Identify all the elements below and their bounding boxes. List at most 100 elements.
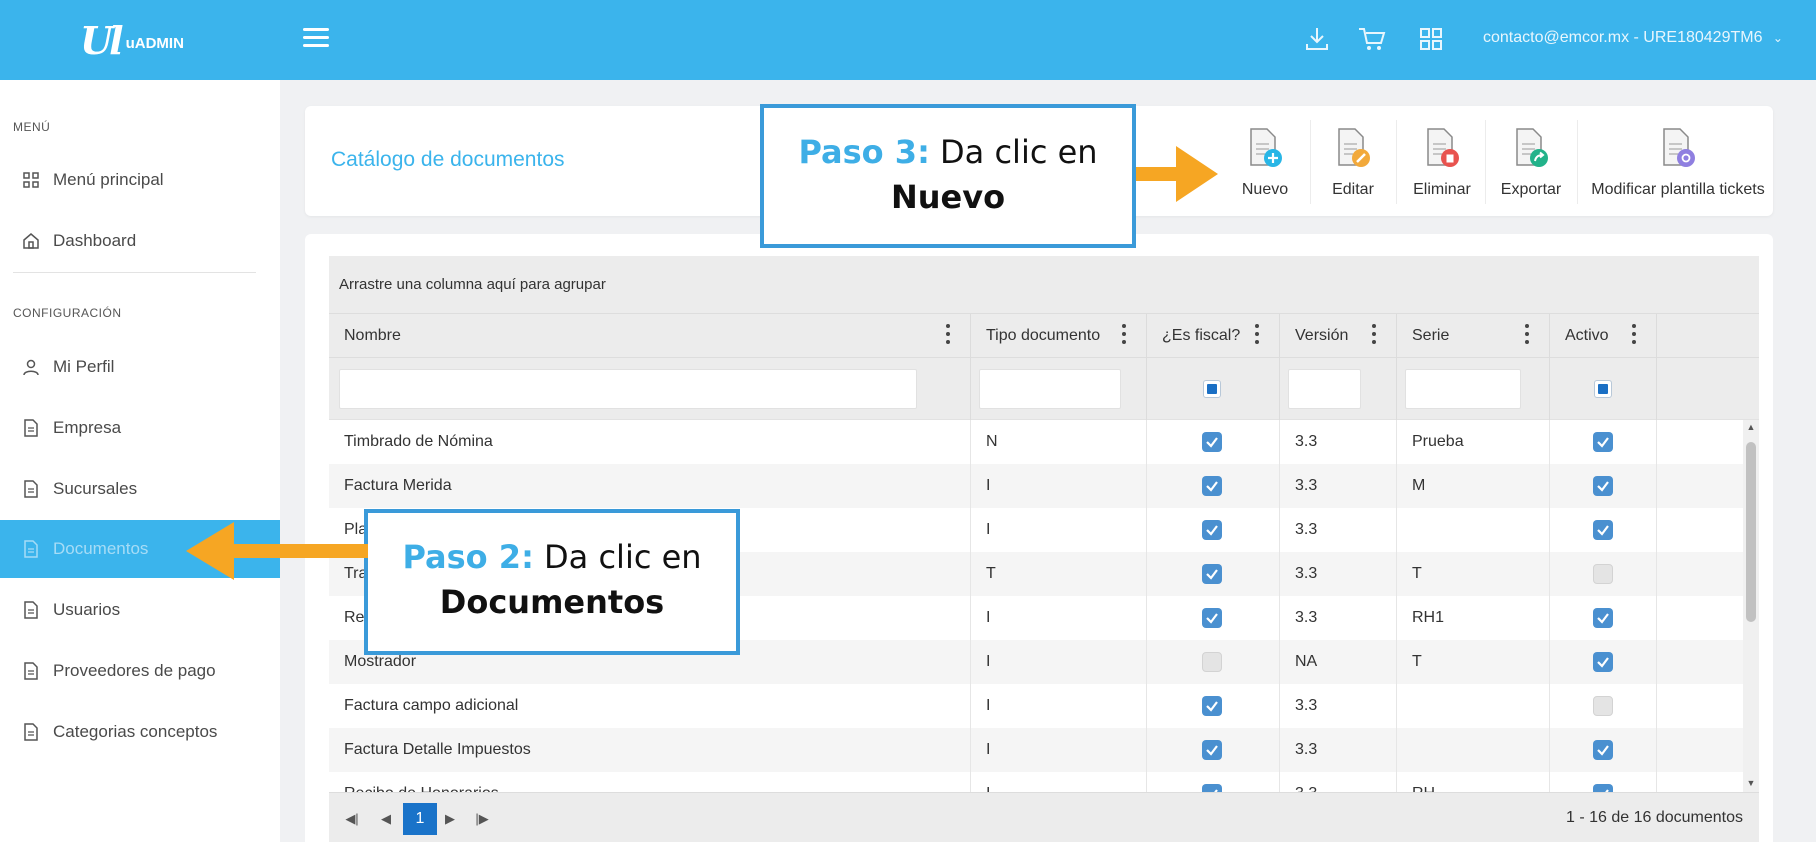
previous-page-icon[interactable]: ◀	[369, 803, 403, 835]
tipo-documento-filter-input[interactable]	[979, 369, 1121, 409]
checked-checkbox[interactable]	[1202, 432, 1222, 452]
table-row[interactable]: Factura Detalle Impuestos I 3.3	[329, 728, 1743, 772]
delete-button[interactable]: Eliminar	[1407, 106, 1477, 216]
checkmark-icon	[1206, 525, 1218, 536]
callout-text: Da clic en	[544, 538, 702, 576]
first-page-icon[interactable]: ◀|	[335, 803, 369, 835]
checkmark-icon	[1206, 613, 1218, 624]
column-menu-icon[interactable]	[1632, 324, 1636, 344]
column-header-nombre[interactable]: Nombre	[329, 314, 971, 358]
checked-checkbox[interactable]	[1202, 696, 1222, 716]
table-row[interactable]: Recibo de HonorariosI 3.3RH	[329, 772, 1743, 792]
template-document-icon	[1658, 126, 1698, 175]
cell-version: 3.3	[1280, 464, 1397, 508]
document-icon	[20, 660, 42, 682]
cell-activo	[1550, 508, 1657, 552]
sidebar-item-categorias-conceptos[interactable]: Categorias conceptos	[0, 703, 280, 761]
scroll-down-icon[interactable]: ▼	[1746, 778, 1756, 788]
column-header-version[interactable]: Versión	[1280, 314, 1397, 358]
scroll-up-icon[interactable]: ▲	[1746, 422, 1756, 432]
cell-version: 3.3	[1280, 508, 1397, 552]
activo-filter-checkbox[interactable]	[1594, 380, 1612, 398]
user-account-label: contacto@emcor.mx - URE180429TM6	[1483, 29, 1763, 46]
sidebar-item-mi-perfil[interactable]: Mi Perfil	[0, 338, 280, 396]
column-header-row: Nombre Tipo documento ¿Es fiscal? Versió…	[329, 314, 1759, 358]
unchecked-checkbox[interactable]	[1593, 696, 1613, 716]
column-menu-icon[interactable]	[1122, 324, 1126, 344]
user-account-menu[interactable]: contacto@emcor.mx - URE180429TM6 ⌄	[1483, 29, 1783, 47]
callout-action: Documentos	[439, 583, 665, 621]
column-menu-icon[interactable]	[1372, 324, 1376, 344]
column-menu-icon[interactable]	[1525, 324, 1529, 344]
vertical-scrollbar[interactable]: ▲ ▼	[1743, 420, 1759, 792]
checkmark-icon	[1206, 481, 1218, 492]
column-header-es-fiscal[interactable]: ¿Es fiscal?	[1147, 314, 1280, 358]
cell-version: 3.3	[1280, 552, 1397, 596]
sidebar-item-menu-principal[interactable]: Menú principal	[0, 151, 280, 209]
nombre-filter-input[interactable]	[339, 369, 917, 409]
cell-nombre: Recibo de Honorarios	[329, 772, 971, 792]
checked-checkbox[interactable]	[1202, 740, 1222, 760]
hamburger-menu-icon[interactable]	[303, 28, 329, 50]
table-row[interactable]: Factura campo adicional I 3.3	[329, 684, 1743, 728]
checked-checkbox[interactable]	[1593, 740, 1613, 760]
callout-step-label: Paso 2:	[402, 538, 534, 576]
checked-checkbox[interactable]	[1202, 476, 1222, 496]
cart-icon[interactable]	[1357, 24, 1387, 54]
checked-checkbox[interactable]	[1593, 520, 1613, 540]
serie-filter-input[interactable]	[1405, 369, 1521, 409]
export-document-icon	[1511, 126, 1551, 175]
checked-checkbox[interactable]	[1593, 608, 1613, 628]
app-logo[interactable]: Ul uADMIN	[80, 18, 184, 63]
filter-cell	[329, 358, 971, 420]
column-menu-icon[interactable]	[946, 324, 950, 344]
next-page-icon[interactable]: ▶	[433, 803, 467, 835]
sidebar-item-label: Documentos	[53, 539, 149, 558]
checked-checkbox[interactable]	[1593, 476, 1613, 496]
sidebar-item-dashboard[interactable]: Dashboard	[0, 212, 280, 270]
column-header-serie[interactable]: Serie	[1397, 314, 1550, 358]
column-menu-icon[interactable]	[1255, 324, 1259, 344]
column-header-label: Activo	[1565, 327, 1609, 344]
checked-checkbox[interactable]	[1593, 652, 1613, 672]
checked-checkbox[interactable]	[1202, 608, 1222, 628]
version-filter-input[interactable]	[1288, 369, 1361, 409]
apps-grid-icon[interactable]	[1416, 24, 1446, 54]
table-row[interactable]: Factura Merida I 3.3 M	[329, 464, 1743, 508]
sidebar-item-usuarios[interactable]: Usuarios	[0, 581, 280, 639]
sidebar-item-sucursales[interactable]: Sucursales	[0, 460, 280, 518]
checked-checkbox[interactable]	[1202, 564, 1222, 584]
last-page-icon[interactable]: |▶	[465, 803, 499, 835]
delete-button-label: Eliminar	[1413, 181, 1471, 198]
cell-tipo: I	[971, 640, 1147, 684]
toolbar-divider	[1396, 120, 1397, 204]
edit-button[interactable]: Editar	[1325, 106, 1381, 216]
filter-cell	[1147, 358, 1280, 420]
sidebar-item-proveedores-de-pago[interactable]: Proveedores de pago	[0, 642, 280, 700]
download-icon[interactable]	[1302, 24, 1332, 54]
export-button-label: Exportar	[1500, 181, 1562, 198]
checked-checkbox[interactable]	[1202, 784, 1222, 792]
new-button[interactable]: Nuevo	[1235, 106, 1295, 216]
es-fiscal-filter-checkbox[interactable]	[1203, 380, 1221, 398]
callout-text: Da clic en	[940, 133, 1098, 171]
table-row[interactable]: Timbrado de Nómina N 3.3 Prueba	[329, 420, 1743, 464]
column-header-activo[interactable]: Activo	[1550, 314, 1657, 358]
checked-checkbox[interactable]	[1202, 520, 1222, 540]
page-button-current[interactable]: 1	[403, 803, 437, 835]
unchecked-checkbox[interactable]	[1202, 652, 1222, 672]
checked-checkbox[interactable]	[1593, 784, 1613, 792]
export-button[interactable]: Exportar	[1495, 106, 1567, 216]
unchecked-checkbox[interactable]	[1593, 564, 1613, 584]
cell-nombre: Factura Detalle Impuestos	[329, 728, 971, 772]
sidebar-item-label: Dashboard	[53, 231, 137, 250]
modify-ticket-template-button[interactable]: Modificar plantilla tickets	[1590, 106, 1766, 216]
checked-checkbox[interactable]	[1593, 432, 1613, 452]
cell-serie	[1397, 728, 1550, 772]
callout-action: Nuevo	[890, 178, 1006, 216]
column-header-tipo-documento[interactable]: Tipo documento	[971, 314, 1147, 358]
sidebar-item-empresa[interactable]: Empresa	[0, 399, 280, 457]
scrollbar-thumb[interactable]	[1746, 442, 1756, 622]
document-icon	[20, 417, 42, 439]
group-by-panel[interactable]: Arrastre una columna aquí para agrupar	[329, 256, 1759, 314]
